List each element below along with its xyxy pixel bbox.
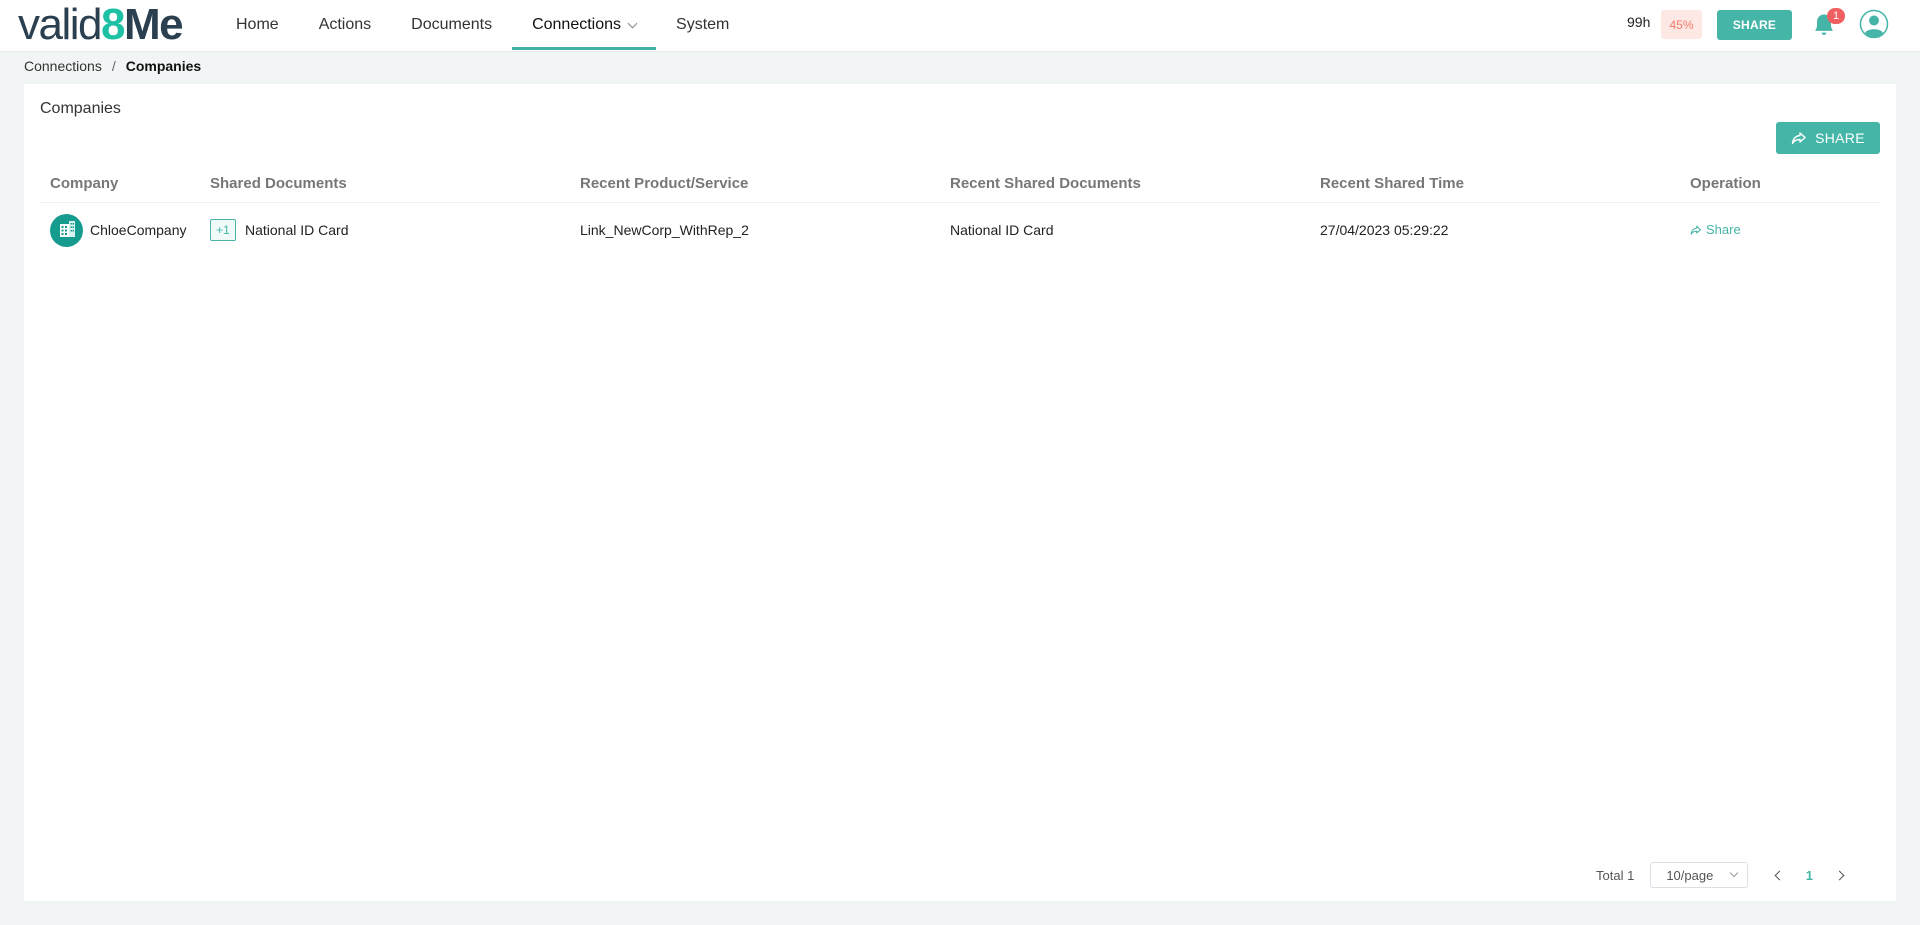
nav-item-system[interactable]: System xyxy=(656,0,749,50)
top-header: valid 8 Me Home Actions Documents Connecti… xyxy=(0,0,1920,52)
companies-card: Companies SHARE Company Shared Documents… xyxy=(24,84,1896,901)
next-page-button[interactable] xyxy=(1830,866,1848,884)
valid8me-logo[interactable]: valid 8 Me xyxy=(18,0,184,50)
column-header-recent-product: Recent Product/Service xyxy=(570,166,940,203)
breadcrumb: Connections / Companies xyxy=(24,58,201,74)
chevron-down-icon xyxy=(1730,868,1739,878)
share-button[interactable]: SHARE xyxy=(1776,122,1880,154)
page-size-select[interactable]: 10/page xyxy=(1650,862,1749,888)
nav-item-documents[interactable]: Documents xyxy=(391,0,512,50)
prev-page-button[interactable] xyxy=(1770,866,1788,884)
table-row: ChloeCompany +1 National ID Card Link_Ne… xyxy=(40,202,1880,258)
progress-percent-badge: 45% xyxy=(1661,10,1702,39)
share-button-label: SHARE xyxy=(1815,130,1865,146)
page-number-current[interactable]: 1 xyxy=(1788,868,1830,883)
row-share-link[interactable]: Share xyxy=(1690,222,1741,237)
column-header-operation: Operation xyxy=(1680,166,1880,203)
nav-item-label: Connections xyxy=(532,16,622,33)
logo-text-valid: valid xyxy=(18,0,103,49)
cell-company: ChloeCompany xyxy=(40,202,200,258)
chevron-left-icon xyxy=(1774,870,1785,880)
pagination-total: Total 1 xyxy=(1596,867,1635,883)
column-header-shared-documents: Shared Documents xyxy=(200,166,570,203)
cell-recent-shared-time: 27/04/2023 05:29:22 xyxy=(1320,222,1449,239)
pagination: Total 1 10/page 1 xyxy=(1596,862,1848,888)
notification-badge: 1 xyxy=(1827,8,1845,24)
companies-table: Company Shared Documents Recent Product/… xyxy=(40,166,1880,258)
page-size-value: 10/page xyxy=(1666,867,1714,883)
nav-item-home[interactable]: Home xyxy=(216,0,299,50)
column-header-recent-shared-time: Recent Shared Time xyxy=(1310,166,1680,203)
row-share-label: Share xyxy=(1706,222,1741,237)
nav-item-label: Home xyxy=(236,16,279,33)
breadcrumb-connections[interactable]: Connections xyxy=(24,58,102,74)
nav-item-label: Documents xyxy=(411,16,493,33)
user-avatar-icon[interactable] xyxy=(1859,9,1889,39)
share-arrow-icon xyxy=(1690,225,1702,235)
chevron-down-icon xyxy=(627,18,638,29)
nav-item-actions[interactable]: Actions xyxy=(299,0,391,50)
logo-text-me: Me xyxy=(123,0,184,49)
cell-recent-product: Link_NewCorp_WithRep_2 xyxy=(580,222,749,239)
chevron-right-icon xyxy=(1834,870,1845,880)
breadcrumb-separator: / xyxy=(111,58,116,74)
breadcrumb-current: Companies xyxy=(125,58,202,74)
header-share-button[interactable]: SHARE xyxy=(1717,10,1792,40)
nav-item-label: Actions xyxy=(318,16,372,33)
table-header-row: Company Shared Documents Recent Product/… xyxy=(40,166,1880,203)
cell-operation: Share xyxy=(1680,202,1880,258)
company-building-icon xyxy=(50,213,83,247)
cell-shared-documents: +1 National ID Card xyxy=(200,202,570,258)
main-nav: Home Actions Documents Connections Syste… xyxy=(216,0,749,50)
column-header-recent-shared-documents: Recent Shared Documents xyxy=(940,166,1310,203)
page-title: Companies xyxy=(40,100,121,117)
share-arrow-icon xyxy=(1791,132,1806,145)
nav-item-connections[interactable]: Connections xyxy=(512,0,657,50)
column-header-company: Company xyxy=(40,166,200,203)
more-documents-tag[interactable]: +1 xyxy=(210,219,236,242)
company-name[interactable]: ChloeCompany xyxy=(90,222,187,238)
logo-text-8: 8 xyxy=(101,0,125,49)
cell-recent-shared-documents: National ID Card xyxy=(950,222,1054,239)
hours-remaining: 99h xyxy=(1627,14,1651,30)
shared-document-name: National ID Card xyxy=(245,222,349,239)
nav-item-label: System xyxy=(676,16,730,33)
